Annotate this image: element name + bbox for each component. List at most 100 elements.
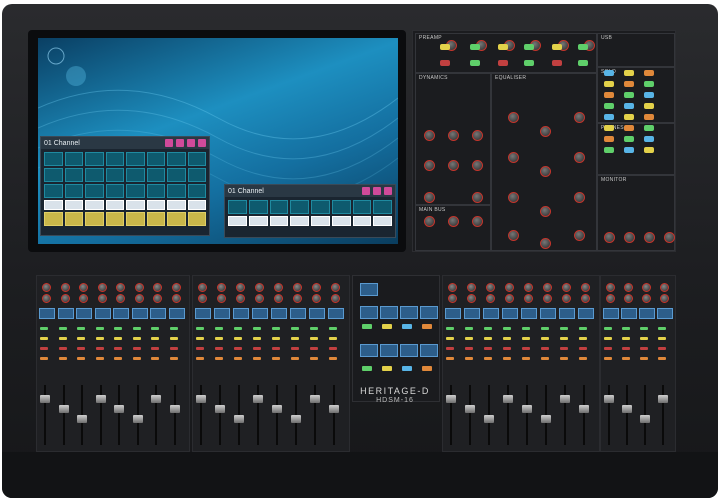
preamp-button[interactable] <box>440 44 450 50</box>
grid-cell[interactable] <box>167 212 186 226</box>
grid-cell[interactable] <box>64 212 83 226</box>
fader-cap[interactable] <box>560 395 570 403</box>
fader-cap[interactable] <box>579 405 589 413</box>
solo-button[interactable] <box>272 337 280 340</box>
select-button[interactable] <box>291 327 299 330</box>
channel-display[interactable] <box>464 308 480 319</box>
trim-knob[interactable] <box>312 294 321 303</box>
preamp-button[interactable] <box>470 44 480 50</box>
grid-cell[interactable] <box>187 152 206 166</box>
trim-knob[interactable] <box>486 294 495 303</box>
eq-knob[interactable] <box>574 192 585 203</box>
mute-button[interactable] <box>484 347 492 350</box>
level-knob[interactable] <box>644 232 655 243</box>
trim-knob[interactable] <box>255 294 264 303</box>
rec-button[interactable] <box>503 357 511 360</box>
grid-cell[interactable] <box>105 152 124 166</box>
rec-button[interactable] <box>196 357 204 360</box>
fader-cap[interactable] <box>541 415 551 423</box>
gain-knob[interactable] <box>331 283 340 292</box>
grid-cell[interactable] <box>248 200 268 214</box>
dynamics-knob[interactable] <box>424 192 435 203</box>
gain-knob[interactable] <box>624 283 633 292</box>
mute-button[interactable] <box>272 347 280 350</box>
preamp-button[interactable] <box>524 60 534 66</box>
preamp-button[interactable] <box>440 60 450 66</box>
grid-cell[interactable] <box>64 152 83 166</box>
trim-knob[interactable] <box>153 294 162 303</box>
fader-cap[interactable] <box>132 415 143 423</box>
center-button[interactable] <box>422 366 432 371</box>
close-icon[interactable] <box>198 139 206 147</box>
fader-cap[interactable] <box>151 395 161 403</box>
gain-knob[interactable] <box>505 283 514 292</box>
trim-knob[interactable] <box>505 294 514 303</box>
fader-cap[interactable] <box>196 395 206 403</box>
dynamics-knob[interactable] <box>472 130 483 141</box>
monitor-button[interactable] <box>644 125 654 131</box>
select-button[interactable] <box>114 327 122 330</box>
trim-knob[interactable] <box>562 294 571 303</box>
level-knob[interactable] <box>664 232 675 243</box>
monitor-button[interactable] <box>624 92 634 98</box>
channel-display[interactable] <box>502 308 518 319</box>
gain-knob[interactable] <box>606 283 615 292</box>
select-button[interactable] <box>151 327 159 330</box>
fader-cap[interactable] <box>310 395 320 403</box>
mute-button[interactable] <box>329 347 337 350</box>
solo-button[interactable] <box>40 337 48 340</box>
preamp-button[interactable] <box>524 44 534 50</box>
mute-button[interactable] <box>196 347 204 350</box>
level-knob[interactable] <box>624 232 635 243</box>
pink-tool-icon[interactable] <box>165 139 173 147</box>
solo-button[interactable] <box>58 337 67 340</box>
gain-knob[interactable] <box>255 283 264 292</box>
gain-knob[interactable] <box>562 283 571 292</box>
rec-button[interactable] <box>291 357 299 360</box>
rec-button[interactable] <box>58 357 67 360</box>
grid-cell[interactable] <box>228 200 247 214</box>
select-button[interactable] <box>77 327 85 330</box>
mute-button[interactable] <box>215 347 223 350</box>
grid-cell[interactable] <box>64 184 83 198</box>
channel-display[interactable] <box>214 308 230 319</box>
mute-button[interactable] <box>310 347 318 350</box>
select-button[interactable] <box>541 327 549 330</box>
fader-cap[interactable] <box>253 395 263 403</box>
touchscreen[interactable]: 01 Channel 01 Channel <box>38 38 398 244</box>
grid-cell[interactable] <box>85 184 104 198</box>
solo-button[interactable] <box>541 337 549 340</box>
grid-cell[interactable] <box>64 200 83 210</box>
center-button[interactable] <box>362 366 372 371</box>
monitor-button[interactable] <box>644 103 654 109</box>
grid-cell[interactable] <box>126 212 145 226</box>
select-button[interactable] <box>95 327 104 330</box>
select-button[interactable] <box>622 327 630 330</box>
preamp-button[interactable] <box>498 60 508 66</box>
center-button[interactable] <box>402 324 412 329</box>
center-key[interactable] <box>360 344 378 357</box>
select-button[interactable] <box>329 327 337 330</box>
eq-knob[interactable] <box>574 230 585 241</box>
mute-button[interactable] <box>465 347 473 350</box>
channel-display[interactable] <box>328 308 344 319</box>
grid-cell[interactable] <box>105 168 124 182</box>
grid-cell[interactable] <box>126 200 145 210</box>
eq-knob[interactable] <box>574 152 585 163</box>
select-button[interactable] <box>604 327 612 330</box>
gain-knob[interactable] <box>116 283 125 292</box>
channel-display[interactable] <box>233 308 249 319</box>
solo-button[interactable] <box>169 337 178 340</box>
channel-display[interactable] <box>168 308 185 319</box>
fader-cap[interactable] <box>114 405 124 413</box>
channel-window-main[interactable]: 01 Channel <box>40 136 210 236</box>
channel-display[interactable] <box>113 308 129 319</box>
select-button[interactable] <box>253 327 261 330</box>
solo-button[interactable] <box>465 337 473 340</box>
center-key[interactable] <box>400 344 418 357</box>
grid-cell[interactable] <box>167 152 186 166</box>
gain-knob[interactable] <box>217 283 226 292</box>
eq-knob[interactable] <box>508 230 519 241</box>
rec-button[interactable] <box>579 357 587 360</box>
trim-knob[interactable] <box>79 294 88 303</box>
